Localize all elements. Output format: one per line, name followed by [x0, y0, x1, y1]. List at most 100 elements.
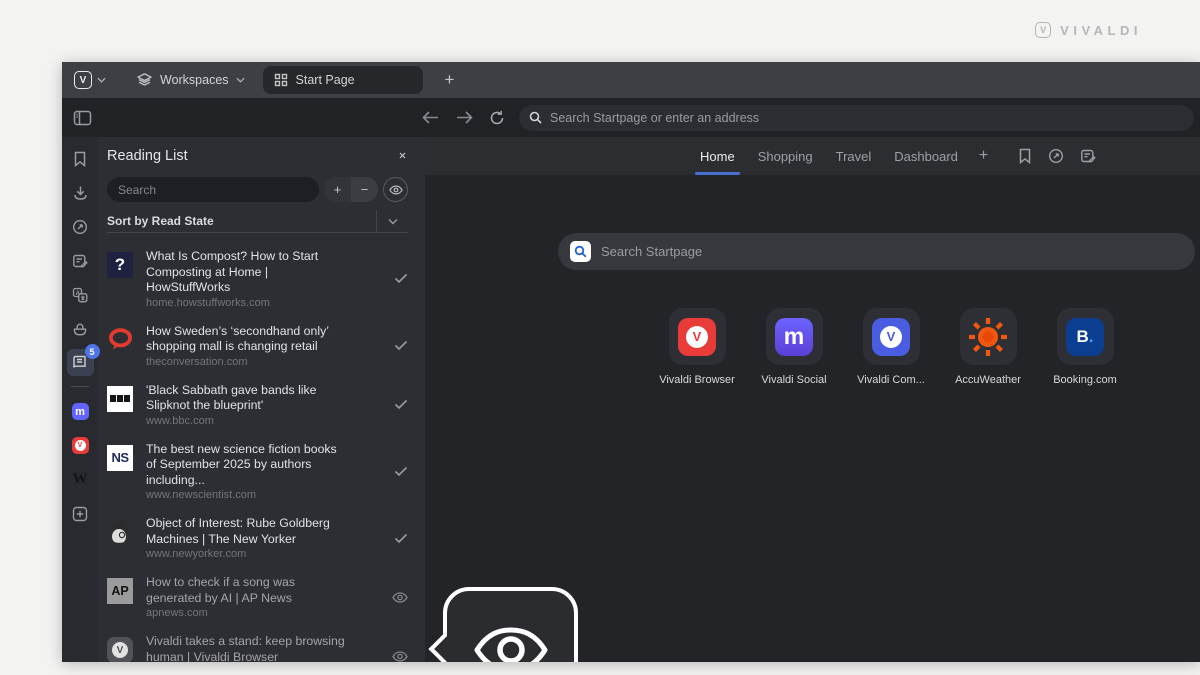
- check-icon: [394, 533, 408, 544]
- reading-list-search[interactable]: [107, 177, 319, 202]
- startpage-tab-dashboard[interactable]: Dashboard: [892, 138, 960, 175]
- web-panel-vivaldi-button[interactable]: V: [67, 432, 94, 459]
- close-icon[interactable]: [397, 150, 408, 161]
- add-speed-dial-group-button[interactable]: +: [979, 147, 988, 165]
- speed-dial-accuweather[interactable]: AccuWeather: [943, 308, 1033, 386]
- speed-dial-vivaldi-community[interactable]: V Vivaldi Com...: [846, 308, 936, 386]
- sort-dropdown[interactable]: Sort by Read State: [107, 210, 408, 233]
- startpage-tab-home[interactable]: Home: [698, 138, 737, 175]
- item-title: What Is Compost? How to Start Composting…: [146, 249, 347, 296]
- address-bar[interactable]: [519, 105, 1194, 131]
- eye-callout-bubble: [430, 587, 578, 662]
- vivaldi-logo-icon: V: [74, 71, 92, 89]
- item-domain: theconversation.com: [146, 356, 347, 368]
- eye-icon[interactable]: [392, 592, 408, 603]
- speed-dial-vivaldi-social[interactable]: m Vivaldi Social: [749, 308, 839, 386]
- apnews-favicon: AP: [107, 578, 133, 604]
- startpage-search-input[interactable]: [601, 244, 1183, 259]
- vivaldi-community-icon: V: [872, 318, 910, 356]
- address-input[interactable]: [550, 111, 1184, 125]
- remove-page-button[interactable]: −: [351, 177, 378, 202]
- content-area: A 5 m V W Re: [62, 137, 1200, 662]
- reading-list-panel: Reading List + − Sort by Read State: [98, 137, 425, 662]
- search-icon: [574, 245, 587, 258]
- check-icon: [394, 340, 408, 351]
- dial-tile: B.: [1057, 308, 1114, 365]
- list-item[interactable]: AP How to check if a song was generated …: [107, 568, 408, 627]
- notes-panel-button[interactable]: [67, 247, 94, 274]
- web-panel-mastodon-button[interactable]: m: [67, 398, 94, 425]
- item-text: What Is Compost? How to Start Composting…: [146, 249, 347, 309]
- web-panel-wikipedia-button[interactable]: W: [67, 466, 94, 493]
- reading-list-search-input[interactable]: [118, 183, 308, 197]
- back-icon[interactable]: [421, 110, 440, 125]
- list-item[interactable]: V Vivaldi takes a stand: keep browsing h…: [107, 627, 408, 662]
- speed-dial-booking[interactable]: B. Booking.com: [1040, 308, 1130, 386]
- add-web-panel-button[interactable]: [67, 500, 94, 527]
- start-page: Home Shopping Travel Dashboard +: [425, 137, 1200, 662]
- add-page-button[interactable]: +: [324, 177, 351, 202]
- forward-icon[interactable]: [455, 110, 474, 125]
- grid-icon: [274, 73, 288, 87]
- chevron-down-icon: [97, 77, 106, 83]
- vivaldi-favicon: V: [107, 637, 133, 662]
- vivaldi-mark-icon: V: [1035, 22, 1051, 38]
- history-panel-button[interactable]: [67, 213, 94, 240]
- reading-list-panel-button[interactable]: 5: [67, 349, 94, 376]
- eye-icon: [389, 185, 403, 195]
- startpage-tab-shopping[interactable]: Shopping: [756, 138, 815, 175]
- item-text: How Sweden’s ‘secondhand only’ shopping …: [146, 324, 347, 368]
- dial-label: AccuWeather: [955, 374, 1021, 386]
- panel-title: Reading List: [107, 148, 397, 164]
- speed-dial-vivaldi-browser[interactable]: V Vivaldi Browser: [652, 308, 742, 386]
- eye-icon[interactable]: [392, 651, 408, 662]
- dandy-icon: [108, 519, 132, 545]
- item-text: How to check if a song was generated by …: [146, 575, 347, 619]
- downloads-panel-button[interactable]: [67, 179, 94, 206]
- bookmarks-panel-button[interactable]: [67, 145, 94, 172]
- notes-icon: [72, 253, 88, 269]
- booking-icon: B.: [1066, 318, 1104, 356]
- sessions-panel-button[interactable]: [67, 315, 94, 342]
- callout-box: [443, 587, 578, 662]
- item-title: Object of Interest: Rube Goldberg Machin…: [146, 516, 347, 547]
- sort-chevron[interactable]: [376, 210, 408, 232]
- theconversation-favicon: [107, 327, 133, 353]
- reading-list-icon: [72, 355, 88, 370]
- tab-start-page[interactable]: Start Page: [263, 66, 423, 94]
- item-domain: www.newyorker.com: [146, 548, 347, 560]
- start-page-nav: Home Shopping Travel Dashboard +: [425, 137, 1200, 175]
- sort-label: Sort by Read State: [107, 210, 376, 232]
- list-item[interactable]: Object of Interest: Rube Goldberg Machin…: [107, 509, 408, 568]
- bookmark-icon[interactable]: [1018, 148, 1032, 164]
- workspaces-button[interactable]: Workspaces: [136, 72, 245, 88]
- panel-toggle-icon[interactable]: [73, 110, 92, 126]
- dial-label: Vivaldi Com...: [857, 374, 925, 386]
- history-icon[interactable]: [1048, 148, 1064, 164]
- vivaldi-menu-button[interactable]: V: [70, 71, 110, 89]
- mark-read-eye-button[interactable]: [383, 177, 408, 202]
- dial-tile: [960, 308, 1017, 365]
- startpage-search-bar[interactable]: [558, 233, 1195, 270]
- chevron-down-icon: [236, 77, 245, 83]
- tab-label: Start Page: [296, 73, 355, 87]
- list-item[interactable]: ? What Is Compost? How to Start Composti…: [107, 242, 408, 317]
- item-domain: www.newscientist.com: [146, 489, 347, 501]
- startpage-search-engine-icon: [570, 241, 591, 262]
- panel-header: Reading List: [107, 137, 408, 174]
- notes-icon[interactable]: [1080, 148, 1096, 164]
- list-item[interactable]: How Sweden’s ‘secondhand only’ shopping …: [107, 317, 408, 376]
- newyorker-favicon: [107, 519, 133, 545]
- reload-icon[interactable]: [489, 110, 505, 126]
- list-item[interactable]: 'Black Sabbath gave bands like Slipknot …: [107, 376, 408, 435]
- startpage-nav-icons: [1018, 148, 1096, 164]
- download-icon: [73, 185, 88, 201]
- item-domain: home.howstuffworks.com: [146, 297, 347, 309]
- item-title: How to check if a song was generated by …: [146, 575, 347, 606]
- mastodon-icon: m: [775, 318, 813, 356]
- howstuffworks-favicon: ?: [107, 252, 133, 278]
- new-tab-button[interactable]: +: [439, 70, 461, 90]
- list-item[interactable]: NS The best new science fiction books of…: [107, 435, 408, 510]
- startpage-tab-travel[interactable]: Travel: [834, 138, 874, 175]
- translate-panel-button[interactable]: A: [67, 281, 94, 308]
